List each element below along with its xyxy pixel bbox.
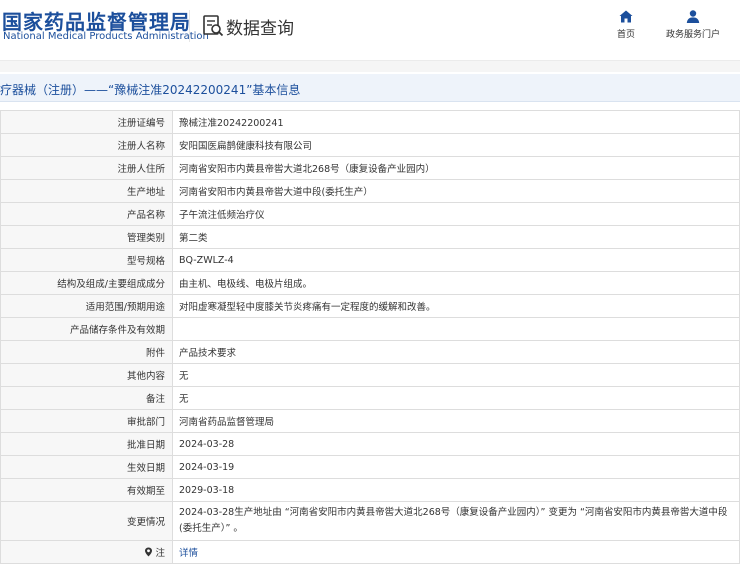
info-table: 注册证编号 豫械注准20242200241 注册人名称 安阳国医扁鹊健康科技有限… [0,110,740,564]
row-label: 生效日期 [0,455,173,479]
table-row: 批准日期 2024-03-28 [0,432,740,456]
row-label: 其他内容 [0,363,173,387]
detail-link[interactable]: 详情 [179,548,198,559]
row-label: 管理类别 [0,225,173,249]
table-row: 生效日期 2024-03-19 [0,455,740,479]
note-label-cell: 注 [0,540,173,564]
row-label: 产品储存条件及有效期 [0,317,173,341]
row-value: 安阳国医扁鹊健康科技有限公司 [172,133,740,157]
row-label: 结构及组成/主要组成成分 [0,271,173,295]
nav-home-label: 首页 [616,30,635,40]
table-row: 结构及组成/主要组成成分 由主机、电极线、电极片组成。 [0,271,740,295]
row-label: 审批部门 [0,409,173,433]
row-value: 2024-03-28生产地址由 “河南省安阳市内黄县帝喾大道北268号（康复设备… [172,501,740,541]
nav-portal[interactable]: 政务服务门户 [658,10,728,40]
row-label: 适用范围/预期用途 [0,294,173,318]
row-label: 注册人住所 [0,156,173,180]
table-row: 注册人名称 安阳国医扁鹊健康科技有限公司 [0,133,740,157]
row-value: 2024-03-28 [172,432,740,456]
row-value: 河南省安阳市内黄县帝喾大道北268号（康复设备产业园内） [172,156,740,180]
note-label: 注 [144,545,165,559]
table-row: 注册证编号 豫械注准20242200241 [0,110,740,134]
page-title: 疗器械（注册）——“豫械注准20242200241”基本信息 [0,83,301,97]
table-row: 审批部门 河南省药品监督管理局 [0,409,740,433]
table-row: 附件 产品技术要求 [0,340,740,364]
row-label: 产品名称 [0,202,173,226]
row-label: 批准日期 [0,432,173,456]
pin-icon [145,547,153,556]
row-value: 豫械注准20242200241 [172,110,740,134]
nav-portal-label: 政务服务门户 [665,30,720,40]
nav-home[interactable]: 首页 [611,10,641,40]
table-row: 注册人住所 河南省安阳市内黄县帝喾大道北268号（康复设备产业园内） [0,156,740,180]
site-header: 国家药品监督管理局 National Medical Products Admi… [0,0,740,60]
user-icon [686,10,700,23]
table-row: 有效期至 2029-03-18 [0,478,740,502]
header-divider [189,10,190,42]
row-label: 备注 [0,386,173,410]
row-value: 无 [172,386,740,410]
table-row: 其他内容 无 [0,363,740,387]
row-label: 附件 [0,340,173,364]
title-bar: 疗器械（注册）——“豫械注准20242200241”基本信息 [0,74,740,102]
header-band [0,60,740,72]
home-icon [619,10,633,23]
row-value: 河南省药品监督管理局 [172,409,740,433]
table-row: 适用范围/预期用途 对阳虚寒凝型轻中度膝关节炎疼痛有一定程度的缓解和改善。 [0,294,740,318]
row-value: 第二类 [172,225,740,249]
row-value: 对阳虚寒凝型轻中度膝关节炎疼痛有一定程度的缓解和改善。 [172,294,740,318]
table-row: 备注 无 [0,386,740,410]
row-label: 型号规格 [0,248,173,272]
table-row-note: 注 详情 [0,540,740,564]
row-value: 河南省安阳市内黄县帝喾大道中段(委托生产） [172,179,740,203]
table-row: 产品名称 子午流注低频治疗仪 [0,202,740,226]
table-row: 变更情况 2024-03-28生产地址由 “河南省安阳市内黄县帝喾大道北268号… [0,501,740,541]
row-value [172,317,740,341]
row-label: 注册证编号 [0,110,173,134]
table-row: 管理类别 第二类 [0,225,740,249]
site-logo-en[interactable]: National Medical Products Administration [3,31,209,42]
table-row: 生产地址 河南省安阳市内黄县帝喾大道中段(委托生产） [0,179,740,203]
table-row: 产品储存条件及有效期 [0,317,740,341]
row-value: BQ-ZWLZ-4 [172,248,740,272]
row-label: 注册人名称 [0,133,173,157]
note-value: 详情 [172,540,740,564]
row-value: 2024-03-19 [172,455,740,479]
row-label: 有效期至 [0,478,173,502]
row-value: 2029-03-18 [172,478,740,502]
note-label-text: 注 [155,547,165,559]
row-label: 生产地址 [0,179,173,203]
section-title: 数据查询 [226,19,294,39]
row-value: 无 [172,363,740,387]
row-value: 产品技术要求 [172,340,740,364]
row-value: 子午流注低频治疗仪 [172,202,740,226]
data-search-icon [203,15,224,37]
table-row: 型号规格 BQ-ZWLZ-4 [0,248,740,272]
row-value: 由主机、电极线、电极片组成。 [172,271,740,295]
row-label: 变更情况 [0,501,173,541]
